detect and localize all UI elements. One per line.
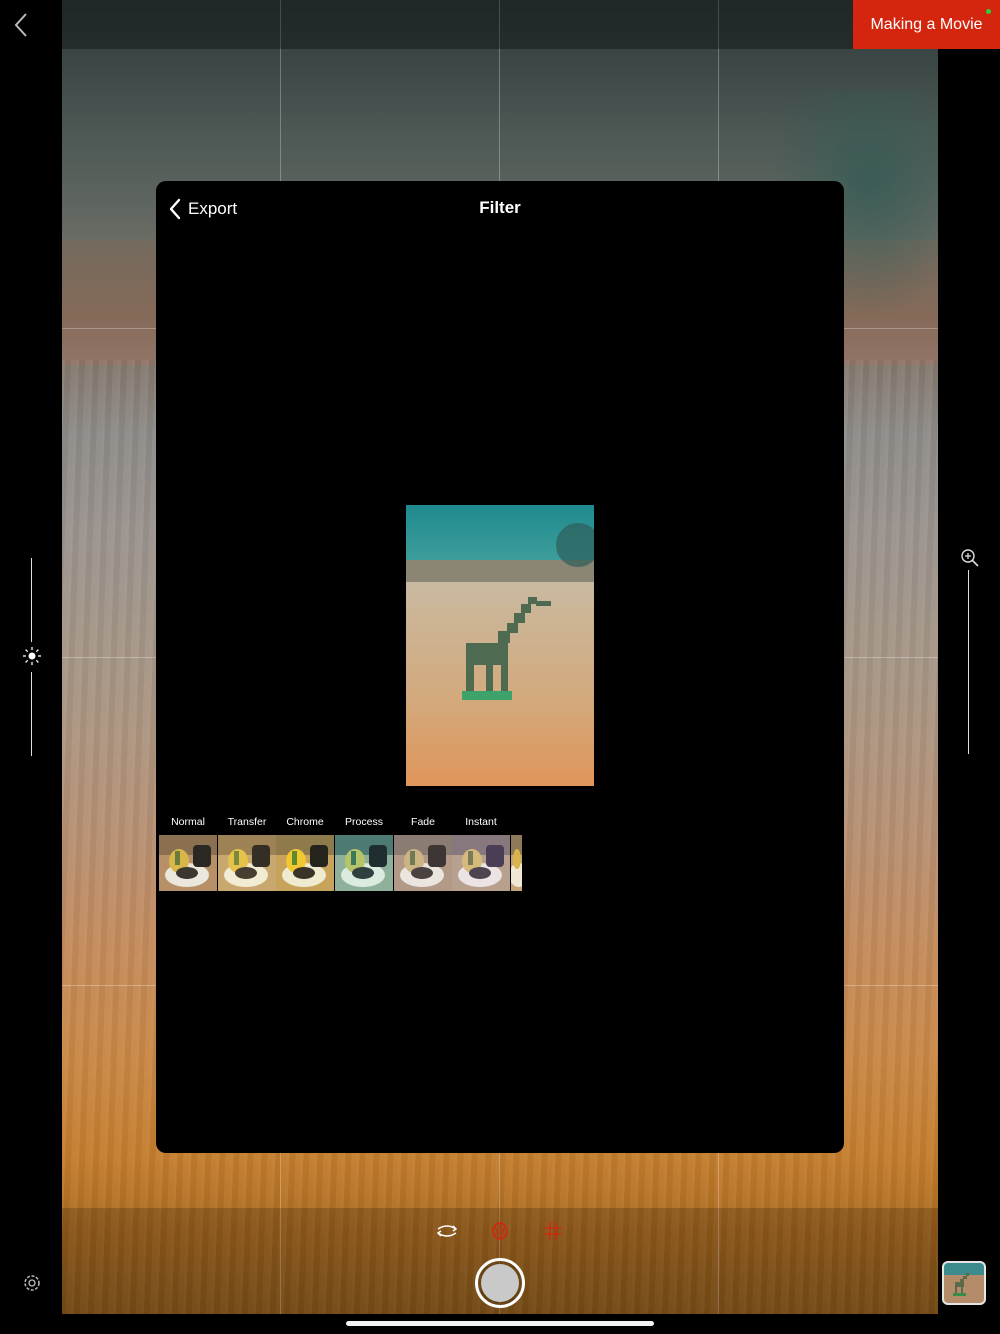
filter-strip[interactable]: Normal Transfer Chrome Process Fade Inst… bbox=[159, 813, 522, 893]
filter-preview-image bbox=[406, 505, 594, 786]
home-indicator bbox=[346, 1321, 654, 1326]
filter-option-transfer[interactable]: Transfer bbox=[218, 813, 276, 891]
switch-camera-icon[interactable] bbox=[432, 1216, 462, 1246]
filter-thumbnail bbox=[218, 835, 276, 891]
project-title: Making a Movie bbox=[870, 15, 983, 33]
filter-option-normal[interactable]: Normal bbox=[159, 813, 217, 891]
filter-option-fade[interactable]: Fade bbox=[394, 813, 452, 891]
filter-sheet: Export Filter Normal Transfer Chrome Pro… bbox=[156, 181, 844, 1153]
sun-icon[interactable] bbox=[22, 646, 42, 666]
zoom-in-icon bbox=[960, 548, 980, 568]
filter-thumbnail bbox=[335, 835, 393, 891]
filter-label: Instant bbox=[465, 816, 497, 828]
exposure-track bbox=[31, 672, 32, 756]
sheet-header: Export Filter bbox=[156, 181, 844, 237]
filter-option-process[interactable]: Process bbox=[335, 813, 393, 891]
exposure-track bbox=[31, 558, 32, 642]
zoom-slider[interactable] bbox=[958, 548, 980, 758]
mode-toolbar bbox=[430, 1216, 570, 1246]
recording-status-dot bbox=[986, 9, 991, 14]
filter-option-instant[interactable]: Instant bbox=[452, 813, 510, 891]
filter-thumbnail bbox=[276, 835, 334, 891]
camera-top-bar bbox=[62, 0, 938, 49]
sheet-title: Filter bbox=[479, 198, 521, 217]
shutter-inner bbox=[481, 1264, 519, 1302]
gear-icon[interactable] bbox=[20, 1271, 44, 1295]
filter-thumbnail-partial[interactable] bbox=[511, 835, 522, 891]
filter-thumbnail bbox=[394, 835, 452, 891]
filter-thumbnail bbox=[452, 835, 510, 891]
shutter-button[interactable] bbox=[475, 1258, 525, 1308]
project-badge[interactable]: Making a Movie bbox=[853, 0, 1000, 49]
filter-icon[interactable] bbox=[485, 1216, 515, 1246]
last-capture-thumbnail[interactable] bbox=[942, 1261, 986, 1305]
exposure-slider[interactable] bbox=[22, 558, 42, 756]
filter-option-chrome[interactable]: Chrome bbox=[276, 813, 334, 891]
filter-thumbnail bbox=[159, 835, 217, 891]
chevron-left-icon[interactable] bbox=[10, 10, 34, 40]
zoom-track bbox=[968, 570, 969, 754]
grid-icon[interactable] bbox=[538, 1216, 568, 1246]
